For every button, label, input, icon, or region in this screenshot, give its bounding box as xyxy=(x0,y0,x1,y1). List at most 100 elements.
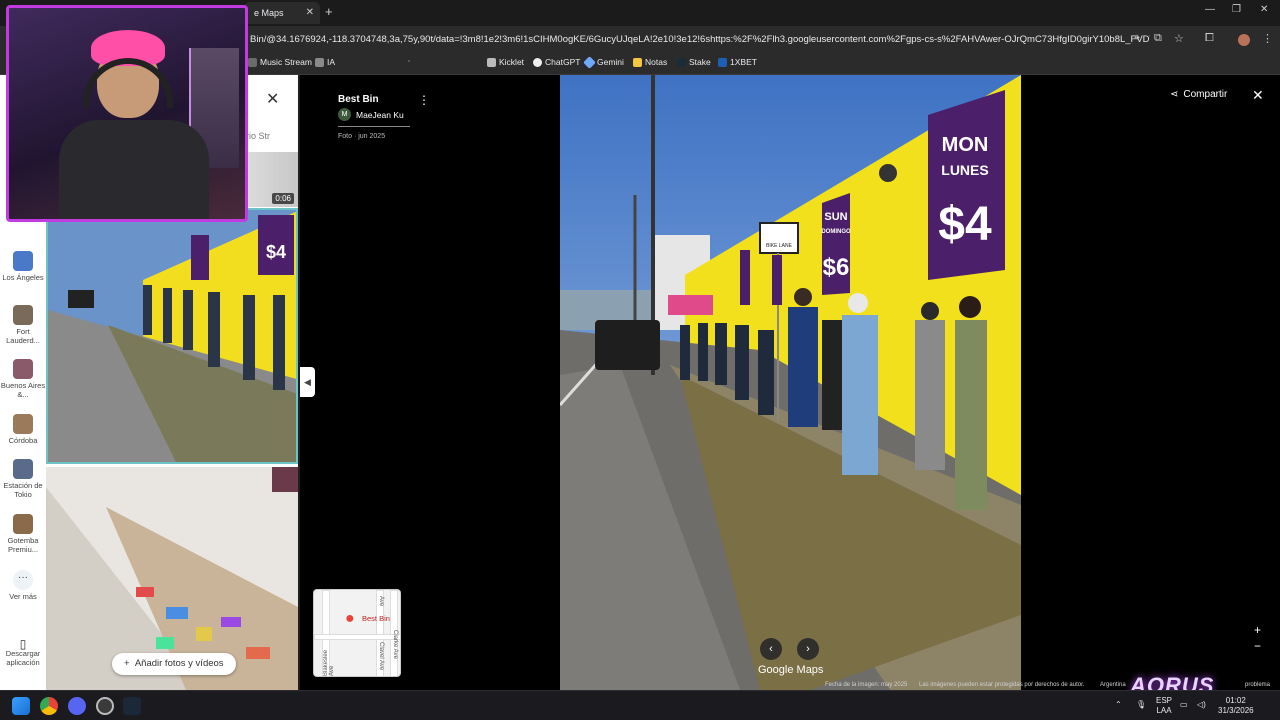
windows-taskbar: ⌃ 🎙 ESP LAA ▭ ◁) 01:02 31/3/2026 xyxy=(0,690,1280,720)
stake-icon xyxy=(677,57,686,67)
tab-maps[interactable]: e Maps ✕ xyxy=(244,2,320,24)
panel-tabs[interactable]: rio Str xyxy=(246,131,270,141)
location-pin-icon: ● xyxy=(345,610,355,627)
selected-photo-thumbnail[interactable]: $4 xyxy=(46,208,298,464)
more-icon: ··· xyxy=(13,570,33,590)
place-thumbnail xyxy=(13,459,33,479)
place-name[interactable]: Best Bin xyxy=(338,94,379,105)
street-photo: BIKE LANE MON LUNES $4 SUN DOMINGO $6 xyxy=(560,75,1021,690)
menu-kebab-icon[interactable]: ⋮ xyxy=(1262,32,1273,45)
network-icon[interactable]: ▭ xyxy=(1180,700,1188,710)
place-thumbnail xyxy=(13,305,33,325)
tray-chevron-icon[interactable]: ⌃ xyxy=(1115,700,1122,710)
1xbet-icon xyxy=(718,57,727,67)
obs-icon[interactable] xyxy=(96,697,114,715)
next-photo-button[interactable]: › xyxy=(797,638,819,660)
copyright-notice: Las imágenes pueden estar protegidas por… xyxy=(919,682,1085,688)
language-indicator[interactable]: ESP LAA xyxy=(1156,696,1172,716)
sign-price-mon: $4 xyxy=(938,198,992,251)
bookmark-1xbet[interactable]: 1XBET xyxy=(718,57,757,67)
video-duration: 0:06 xyxy=(272,193,294,204)
place-thumbnail xyxy=(13,251,33,271)
street-label: Blakeslee Ave xyxy=(323,649,335,676)
chrome-icon[interactable] xyxy=(40,697,58,715)
country-label[interactable]: Argentina xyxy=(1100,682,1126,688)
phone-icon: ▯ xyxy=(19,637,27,651)
rail-item-gotemba[interactable]: Gotemba Premiu... xyxy=(0,514,46,554)
photo-viewer: ◀ Best Bin ⋮ M MaeJean Ku Foto · jun 202… xyxy=(300,75,1280,690)
panel-close-icon[interactable]: ✕ xyxy=(266,89,279,109)
profile-avatar[interactable] xyxy=(1238,34,1250,46)
notes-icon xyxy=(633,57,642,67)
rail-item-buenos-aires[interactable]: Buenos Aires &... xyxy=(0,359,46,399)
streamer-webcam-overlay xyxy=(6,5,248,222)
bookmark-gemini[interactable]: Gemini xyxy=(583,55,624,69)
bookmark-music-stream[interactable]: Music Stream xyxy=(248,57,312,67)
install-icon[interactable]: ⧉ xyxy=(1154,32,1162,45)
rail-item-los-angeles[interactable]: Los Ángeles xyxy=(0,251,46,282)
sign-domingo: DOMINGO xyxy=(821,229,851,235)
divider xyxy=(338,126,410,127)
tiktok-icon[interactable] xyxy=(408,60,410,62)
main-photo[interactable]: BIKE LANE MON LUNES $4 SUN DOMINGO $6 xyxy=(560,75,1021,690)
share-button[interactable]: ⋖ Compartir xyxy=(1170,89,1227,100)
previous-photo-button[interactable]: ‹ xyxy=(760,638,782,660)
clock[interactable]: 01:02 31/3/2026 xyxy=(1218,696,1254,716)
extensions-icon[interactable]: ⧠ xyxy=(1205,32,1214,45)
street-label: Clavel Ave xyxy=(378,642,384,671)
report-problem-link[interactable]: problema xyxy=(1245,682,1270,688)
folder-icon xyxy=(248,57,257,67)
minimap-place-label: Best Bin xyxy=(362,614,390,623)
place-thumbnail xyxy=(13,514,33,534)
photo-options-icon[interactable]: ⋮ xyxy=(418,93,430,107)
rail-item-more[interactable]: ··· Ver más xyxy=(0,570,46,601)
street-label: Ave xyxy=(378,596,384,607)
new-tab-icon[interactable]: + xyxy=(325,4,333,19)
gemini-icon xyxy=(583,55,596,69)
street-label: Clarke Ave xyxy=(392,630,398,659)
discord-icon[interactable] xyxy=(68,697,86,715)
window-close-icon[interactable]: ✕ xyxy=(1260,4,1268,15)
sign-price-sun: $6 xyxy=(823,254,850,281)
street-line xyxy=(314,634,400,640)
headset-icon xyxy=(83,58,173,108)
viewer-close-icon[interactable]: ✕ xyxy=(1252,87,1264,104)
thumbnail-scene: $4 xyxy=(48,210,296,462)
author-avatar: M xyxy=(338,108,351,121)
zoom-out-button[interactable]: − xyxy=(1254,639,1261,653)
folder-icon xyxy=(315,57,324,67)
share-icon: ⋖ xyxy=(1170,89,1179,100)
bookmark-ia[interactable]: IA xyxy=(315,57,335,67)
add-photos-button[interactable]: + Añadir fotos y vídeos xyxy=(112,653,236,675)
author-name: MaeJean Ku xyxy=(356,109,404,120)
minimap[interactable]: ● Best Bin Blakeslee Ave Clavel Ave Clar… xyxy=(313,589,401,677)
google-maps-logo: Google Maps xyxy=(758,664,824,676)
sign-sun: SUN xyxy=(824,211,847,223)
address-bar[interactable]: Bin/@34.1676924,-118.3704748,3a,75y,90t/… xyxy=(250,29,1150,51)
close-tab-icon[interactable]: ✕ xyxy=(306,2,314,24)
maximize-icon[interactable]: ❐ xyxy=(1232,4,1241,15)
bookmark-stake[interactable]: Stake xyxy=(677,57,711,67)
bookmark-chatgpt[interactable]: ChatGPT xyxy=(533,57,580,67)
photo-date: Foto · jun 2025 xyxy=(338,133,386,140)
steam-icon[interactable] xyxy=(123,697,141,715)
bookmark-notas[interactable]: Notas xyxy=(633,57,667,67)
chatgpt-icon xyxy=(533,57,542,67)
location-icon[interactable]: ⌖ xyxy=(1134,32,1140,45)
photo-author[interactable]: M MaeJean Ku xyxy=(338,108,404,121)
rail-item-cordoba[interactable]: Córdoba xyxy=(0,414,46,445)
start-menu-icon[interactable] xyxy=(12,697,30,715)
collapse-panel-button[interactable]: ◀ xyxy=(300,367,315,397)
rail-item-fort-lauderdale[interactable]: Fort Lauderd... xyxy=(0,305,46,345)
volume-icon[interactable]: ◁) xyxy=(1197,700,1206,710)
sign-lunes: LUNES xyxy=(941,162,988,178)
rail-item-tokyo[interactable]: Estación de Tokio xyxy=(0,459,46,499)
bookmark-kicklet[interactable]: Kicklet xyxy=(487,57,524,67)
bookmark-star-icon[interactable]: ☆ xyxy=(1174,32,1184,45)
rail-download-app[interactable]: ▯ Descargar aplicación xyxy=(0,637,46,667)
microphone-icon[interactable]: 🎙 xyxy=(1136,700,1146,710)
zoom-in-button[interactable]: + xyxy=(1254,623,1261,637)
minimize-icon[interactable]: — xyxy=(1205,4,1215,15)
bike-lane-sign: BIKE LANE xyxy=(766,243,793,249)
place-thumbnail xyxy=(13,359,33,379)
